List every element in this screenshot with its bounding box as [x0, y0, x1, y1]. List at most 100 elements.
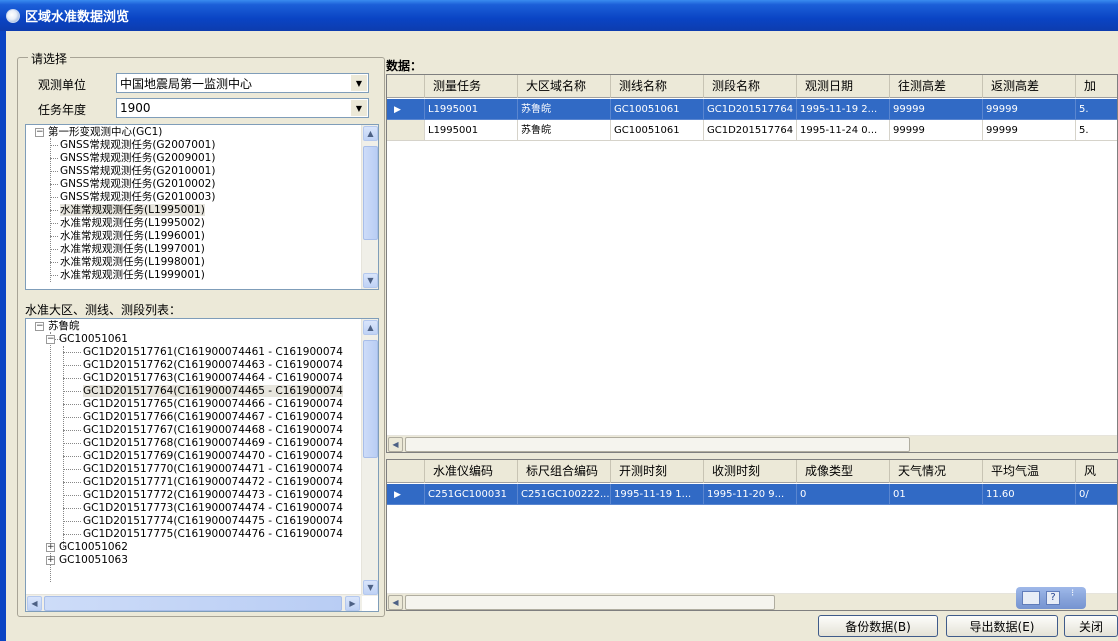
scroll-thumb[interactable]	[363, 340, 378, 458]
column-header[interactable]: 平均气温	[983, 460, 1076, 483]
table-row[interactable]: ▶ L1995001 苏鲁皖 GC10051061 GC1D201517764 1995-…	[387, 99, 1117, 120]
task-tree-item[interactable]: 水准常规观测任务(L1997001)	[60, 243, 205, 256]
segment-tree-item[interactable]: GC1D201517764(C161900074465 - C16190007­…	[83, 385, 343, 398]
segment-tree-item[interactable]: GC1D201517771(C161900074472 - C16190007­…	[83, 476, 343, 489]
column-header[interactable]: 观测日期	[797, 75, 890, 98]
segment-tree-item[interactable]: GC1D201517761(C161900074461 - C16190007­…	[83, 346, 343, 359]
scroll-thumb[interactable]	[363, 146, 378, 240]
column-header[interactable]: 大区域名称	[518, 75, 611, 98]
task-tree-item[interactable]: 水准常规观测任务(L1996001)	[60, 230, 205, 243]
scroll-up-icon[interactable]: ▲	[363, 320, 378, 335]
task-tree-root[interactable]: 第一形变观测中心(GC1)	[48, 126, 162, 139]
table-cell[interactable]: 99999	[983, 99, 1076, 120]
column-header[interactable]: 成像类型	[797, 460, 890, 483]
table-cell[interactable]: L1995001	[425, 120, 518, 141]
segment-tree-item[interactable]: GC1D201517769(C161900074470 - C16190007­…	[83, 450, 343, 463]
task-tree-item[interactable]: 水准常规观测任务(L1999001)	[60, 269, 205, 282]
table-cell[interactable]: 5.	[1076, 99, 1117, 120]
chevron-down-icon[interactable]: ▼	[351, 100, 367, 116]
row-selector[interactable]	[387, 120, 425, 141]
collapse-icon[interactable]: −	[35, 128, 44, 137]
column-header[interactable]: 开测时刻	[611, 460, 704, 483]
segment-tree-item[interactable]: GC1D201517767(C161900074468 - C16190007­…	[83, 424, 343, 437]
column-header[interactable]: 加	[1076, 75, 1117, 98]
table-cell[interactable]: 苏鲁皖	[518, 120, 611, 141]
table-cell[interactable]: 1995-11-19 1...	[611, 484, 704, 505]
task-tree-item[interactable]: 水准常规观测任务(L1995002)	[60, 217, 205, 230]
column-header[interactable]: 水准仪编码	[425, 460, 518, 483]
table-cell[interactable]: 苏鲁皖	[518, 99, 611, 120]
task-tree-scrollbar[interactable]: ▲ ▼	[361, 125, 378, 289]
scroll-left-icon[interactable]: ◀	[388, 595, 403, 610]
segment-tree-item[interactable]: GC1D201517775(C161900074476 - C16190007­…	[83, 528, 343, 541]
task-tree-item[interactable]: GNSS常规观测任务(G2010002)	[60, 178, 215, 191]
language-bar[interactable]: ? ⁝	[1016, 587, 1086, 609]
main-grid-hscrollbar[interactable]: ◀	[387, 435, 1117, 452]
segment-tree-item[interactable]: GC1D201517763(C161900074464 - C16190007­…	[83, 372, 343, 385]
expand-icon[interactable]: +	[46, 543, 55, 552]
table-cell[interactable]: 99999	[890, 120, 983, 141]
segment-tree-hscrollbar[interactable]: ◀ ▶	[26, 594, 362, 611]
task-tree-item[interactable]: GNSS常规观测任务(G2009001)	[60, 152, 215, 165]
table-cell[interactable]: 1995-11-24 0...	[797, 120, 890, 141]
scroll-down-icon[interactable]: ▼	[363, 273, 378, 288]
scroll-left-icon[interactable]: ◀	[388, 437, 403, 452]
segment-tree-item[interactable]: GC1D201517774(C161900074475 - C16190007­…	[83, 515, 343, 528]
collapse-icon[interactable]: −	[35, 322, 44, 331]
backup-data-button[interactable]: 备份数据(B)	[818, 615, 938, 637]
segment-tree-item[interactable]: GC1D201517770(C161900074471 - C16190007­…	[83, 463, 343, 476]
year-select[interactable]: 1900 ▼	[116, 98, 369, 118]
table-cell[interactable]: 0/	[1076, 484, 1117, 505]
column-header[interactable]: 天气情况	[890, 460, 983, 483]
detail-grid-hscrollbar[interactable]: ◀	[387, 593, 1117, 610]
table-cell[interactable]: 5.	[1076, 120, 1117, 141]
export-data-button[interactable]: 导出数据(E)	[946, 615, 1058, 637]
scroll-left-icon[interactable]: ◀	[27, 596, 42, 611]
line-node[interactable]: GC10051063	[59, 554, 128, 567]
table-cell[interactable]: 1995-11-20 9...	[704, 484, 797, 505]
column-header[interactable]: 收测时刻	[704, 460, 797, 483]
column-header[interactable]: 往测高差	[890, 75, 983, 98]
table-cell[interactable]: C251GC100031	[425, 484, 518, 505]
table-cell[interactable]: GC1D201517764	[704, 99, 797, 120]
table-row[interactable]: ▶ C251GC100031 C251GC100222... 1995-11-19 1…	[387, 484, 1117, 505]
task-tree-item[interactable]: 水准常规观测任务(L1998001)	[60, 256, 205, 269]
chevron-down-icon[interactable]: ▼	[351, 75, 367, 91]
column-header[interactable]: 测量任务	[425, 75, 518, 98]
table-cell[interactable]: L1995001	[425, 99, 518, 120]
table-cell[interactable]: 01	[890, 484, 983, 505]
line-node[interactable]: GC10051062	[59, 541, 128, 554]
scroll-right-icon[interactable]: ▶	[345, 596, 360, 611]
scroll-thumb[interactable]	[405, 595, 775, 610]
segment-tree-item[interactable]: GC1D201517773(C161900074474 - C16190007­…	[83, 502, 343, 515]
detail-data-grid[interactable]: 水准仪编码 标尺组合编码 开测时刻 收测时刻 成像类型 天气情况 平均气温风 ▶ C251GC…	[386, 459, 1118, 611]
table-cell[interactable]: GC1D201517764	[704, 120, 797, 141]
segment-tree-vscrollbar[interactable]: ▲ ▼	[361, 319, 378, 596]
segment-tree-item[interactable]: GC1D201517762(C161900074463 - C16190007­…	[83, 359, 343, 372]
row-selector[interactable]: ▶	[387, 99, 425, 120]
table-cell[interactable]: 99999	[890, 99, 983, 120]
task-tree-item[interactable]: 水准常规观测任务(L1995001)	[60, 204, 205, 217]
column-header[interactable]: 返测高差	[983, 75, 1076, 98]
line-node[interactable]: GC10051061	[59, 333, 128, 346]
segment-tree[interactable]: − 苏鲁皖 − GC10051061 GC1D201517761(C161900…	[25, 318, 379, 612]
segment-tree-item[interactable]: GC1D201517772(C161900074473 - C16190007­…	[83, 489, 343, 502]
segment-tree-item[interactable]: GC1D201517768(C161900074469 - C16190007­…	[83, 437, 343, 450]
keyboard-icon[interactable]	[1022, 591, 1040, 605]
options-icon[interactable]: ⁝	[1071, 589, 1074, 599]
task-tree-item[interactable]: GNSS常规观测任务(G2010001)	[60, 165, 215, 178]
column-header[interactable]: 测段名称	[704, 75, 797, 98]
region-node[interactable]: 苏鲁皖	[48, 320, 80, 333]
scroll-thumb[interactable]	[44, 596, 342, 611]
table-row[interactable]: L1995001 苏鲁皖 GC10051061 GC1D201517764 1995-1…	[387, 120, 1117, 141]
table-cell[interactable]: C251GC100222...	[518, 484, 611, 505]
scroll-down-icon[interactable]: ▼	[363, 580, 378, 595]
help-icon[interactable]: ?	[1046, 591, 1060, 605]
unit-select[interactable]: 中国地震局第一监测中心 ▼	[116, 73, 369, 93]
task-tree[interactable]: − 第一形变观测中心(GC1) GNSS常规观测任务(G2007001) GNSS…	[25, 124, 379, 290]
column-header[interactable]: 风	[1076, 460, 1117, 483]
segment-tree-item[interactable]: GC1D201517765(C161900074466 - C16190007­…	[83, 398, 343, 411]
table-cell[interactable]: GC10051061	[611, 120, 704, 141]
main-data-grid[interactable]: 测量任务 大区域名称 测线名称 测段名称 观测日期 往测高差 返测高差加 ▶ L1995001…	[386, 74, 1118, 453]
expand-icon[interactable]: +	[46, 556, 55, 565]
